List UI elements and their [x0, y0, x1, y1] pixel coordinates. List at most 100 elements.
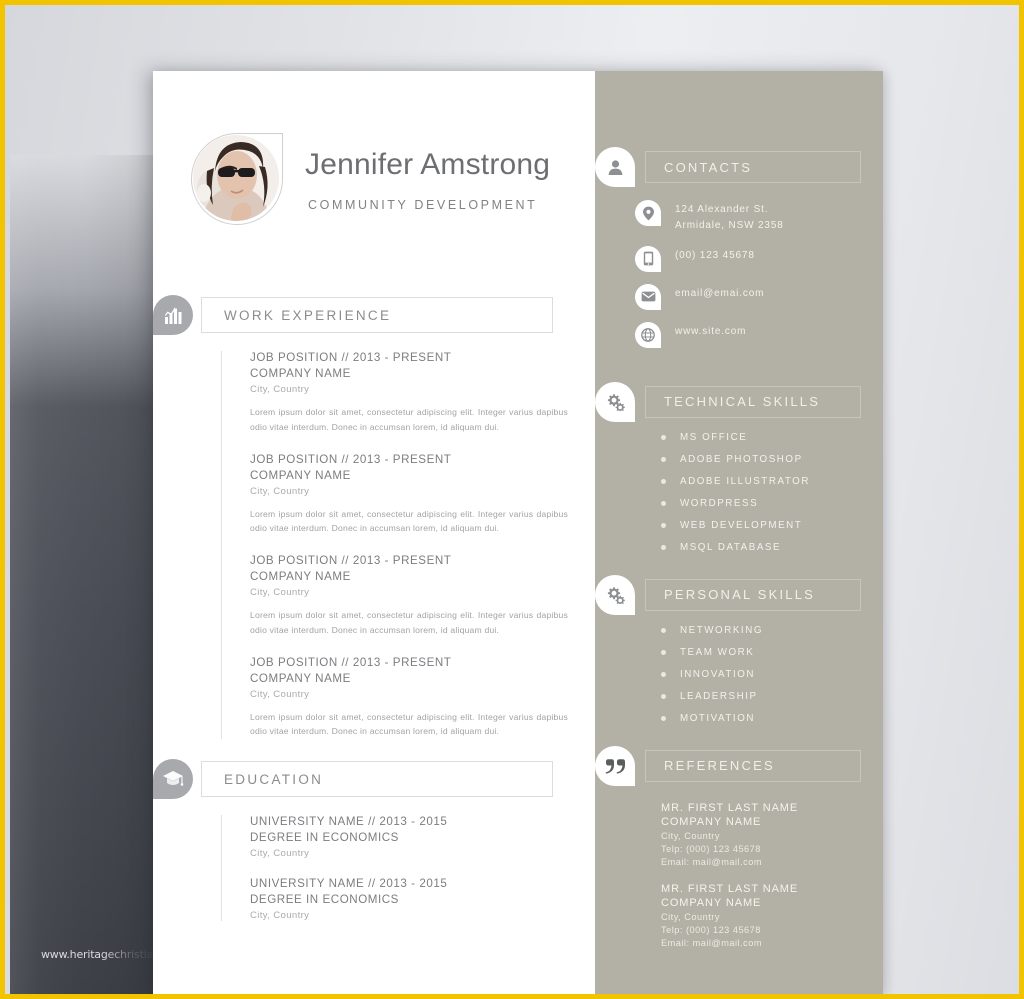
technical-skills-title: TECHNICAL SKILLS [664, 394, 821, 410]
section-technical-skills: TECHNICAL SKILLS MS OFFICE ADOBE PHOTOSH… [595, 381, 883, 553]
section-personal-skills: PERSONAL SKILLS NETWORKING TEAM WORK INN… [595, 574, 883, 724]
work-experience-header: WORK EXPERIENCE [153, 295, 595, 335]
technical-skill-label: WORDPRESS [680, 497, 759, 509]
personal-skill-label: NETWORKING [680, 624, 763, 636]
contact-address-line1: 124 Alexander St. [675, 204, 769, 215]
personal-skill-label: INNOVATION [680, 668, 756, 680]
list-item: LEADERSHIP [661, 691, 883, 702]
bullet-dot-icon [661, 627, 666, 633]
work-entry-position: JOB POSITION // 2013 - PRESENT [250, 452, 452, 466]
bullet-dot-icon [661, 649, 666, 655]
contact-phone: (00) 123 45678 [675, 249, 755, 261]
bullet-dot-icon [661, 478, 666, 484]
resume-header: Jennifer Amstrong COMMUNITY DEVELOPMENT [153, 71, 595, 225]
personal-skills-list: NETWORKING TEAM WORK INNOVATION LEADERSH… [661, 625, 883, 724]
work-entry-description: Lorem ipsum dolor sit amet, consectetur … [250, 610, 568, 635]
bullet-dot-icon [661, 456, 666, 462]
technical-skill-label: ADOBE ILLUSTRATOR [680, 475, 810, 487]
work-entry-location: City, Country [250, 688, 310, 700]
reference-email: Email: mail@mail.com [661, 937, 763, 948]
list-item: NETWORKING [661, 625, 883, 636]
work-entry-description: Lorem ipsum dolor sit amet, consectetur … [250, 508, 568, 534]
technical-skills-header: TECHNICAL SKILLS [595, 381, 883, 422]
personal-skills-header: PERSONAL SKILLS [595, 574, 883, 615]
work-entry-company: COMPANY NAME [250, 468, 351, 482]
list-item: ADOBE PHOTOSHOP [661, 454, 883, 465]
education-entry-location: City, Country [250, 848, 310, 860]
contacts-title: CONTACTS [664, 159, 753, 175]
mobile-phone-icon [635, 245, 661, 272]
technical-skills-title-box: TECHNICAL SKILLS [645, 385, 861, 418]
reference-phone: Telp: (000) 123 45678 [661, 843, 761, 854]
work-entry-location: City, Country [250, 485, 310, 497]
graduation-cap-icon-glyph [163, 771, 184, 786]
avatar [191, 133, 283, 225]
work-entry-company: COMPANY NAME [250, 671, 351, 685]
references-title-box: REFERENCES [645, 749, 861, 782]
personal-skills-title: PERSONAL SKILLS [664, 587, 816, 603]
education-entry-location: City, Country [250, 910, 310, 922]
section-work-experience: WORK EXPERIENCE JOB POSITION // 2013 - P… [153, 295, 595, 740]
quote-icon [595, 745, 635, 786]
contacts-list: 124 Alexander St. Armidale, NSW 2358 (00… [635, 199, 883, 348]
section-education: EDUCATION UNIVERSITY NAME // 2013 - 2015… [153, 759, 595, 922]
personal-skills-title-box: PERSONAL SKILLS [645, 578, 861, 611]
envelope-icon [635, 283, 661, 310]
page-title: Jennifer Amstrong [305, 148, 551, 181]
bullet-dot-icon [661, 715, 666, 721]
graduation-cap-icon [153, 759, 193, 800]
reference-location: City, Country [661, 830, 720, 841]
technical-skill-label: MS OFFICE [680, 431, 748, 443]
list-item: WEB DEVELOPMENT [661, 520, 883, 531]
gears-icon [595, 381, 635, 422]
work-entry: JOB POSITION // 2013 - PRESENT COMPANY N… [250, 656, 595, 740]
work-entry-location: City, Country [250, 384, 310, 395]
bullet-dot-icon [661, 671, 666, 677]
person-icon-glyph [608, 159, 622, 175]
list-item: ADOBE ILLUSTRATOR [661, 476, 883, 487]
list-item: MOTIVATION [661, 713, 883, 724]
globe-icon [635, 321, 661, 348]
education-title: EDUCATION [224, 771, 324, 787]
work-experience-title-box: WORK EXPERIENCE [201, 297, 553, 333]
reference-phone: Telp: (000) 123 45678 [661, 924, 761, 935]
site-watermark: www.heritagechristian [41, 948, 160, 961]
portrait-photo-icon [193, 135, 279, 221]
envelope-icon-glyph [641, 291, 655, 302]
bullet-dot-icon [661, 522, 666, 528]
name-block: Jennifer Amstrong COMMUNITY DEVELOPMENT [283, 146, 550, 212]
section-references: REFERENCES MR. FIRST LAST NAME COMPANY N… [595, 745, 883, 948]
technical-skills-list: MS OFFICE ADOBE PHOTOSHOP ADOBE ILLUSTRA… [661, 432, 883, 553]
gears-icon [595, 574, 635, 615]
contact-address-line2: Armidale, NSW 2358 [675, 219, 784, 231]
contacts-header: CONTACTS [595, 147, 883, 187]
bullet-dot-icon [661, 544, 666, 550]
contact-email: email@emai.com [675, 287, 765, 299]
personal-skill-label: MOTIVATION [680, 712, 756, 724]
contact-website: www.site.com [675, 325, 747, 337]
education-entry-university: UNIVERSITY NAME // 2013 - 2015 [250, 877, 448, 891]
contact-row-email: email@emai.com [635, 283, 883, 310]
reference-item: MR. FIRST LAST NAME COMPANY NAME City, C… [661, 883, 883, 948]
work-entry-location: City, Country [250, 587, 310, 599]
work-entry: JOB POSITION // 2013 - PRESENT COMPANY N… [250, 351, 595, 435]
gears-icon-glyph [607, 586, 625, 604]
list-item: TEAM WORK [661, 647, 883, 658]
education-entry: UNIVERSITY NAME // 2013 - 2015 DEGREE IN… [250, 877, 595, 921]
work-entry: JOB POSITION // 2013 - PRESENT COMPANY N… [250, 554, 595, 638]
work-entry-position: JOB POSITION // 2013 - PRESENT [250, 351, 452, 364]
reference-company: COMPANY NAME [661, 896, 762, 909]
resume-page: Jennifer Amstrong COMMUNITY DEVELOPMENT [153, 71, 883, 994]
references-list: MR. FIRST LAST NAME COMPANY NAME City, C… [661, 802, 883, 948]
education-entry-degree: DEGREE IN ECONOMICS [250, 893, 399, 907]
bullet-dot-icon [661, 500, 666, 506]
education-entry-degree: DEGREE IN ECONOMICS [250, 831, 399, 845]
references-title: REFERENCES [664, 758, 775, 774]
work-entry-position: JOB POSITION // 2013 - PRESENT [250, 655, 452, 669]
section-contacts: CONTACTS 124 Alexander St. Armidale, NSW… [595, 147, 883, 348]
reference-location: City, Country [661, 911, 720, 922]
reference-name: MR. FIRST LAST NAME [661, 801, 799, 814]
technical-skill-label: MSQL DATABASE [680, 541, 782, 553]
contacts-title-box: CONTACTS [645, 151, 861, 183]
reference-email: Email: mail@mail.com [661, 856, 763, 867]
